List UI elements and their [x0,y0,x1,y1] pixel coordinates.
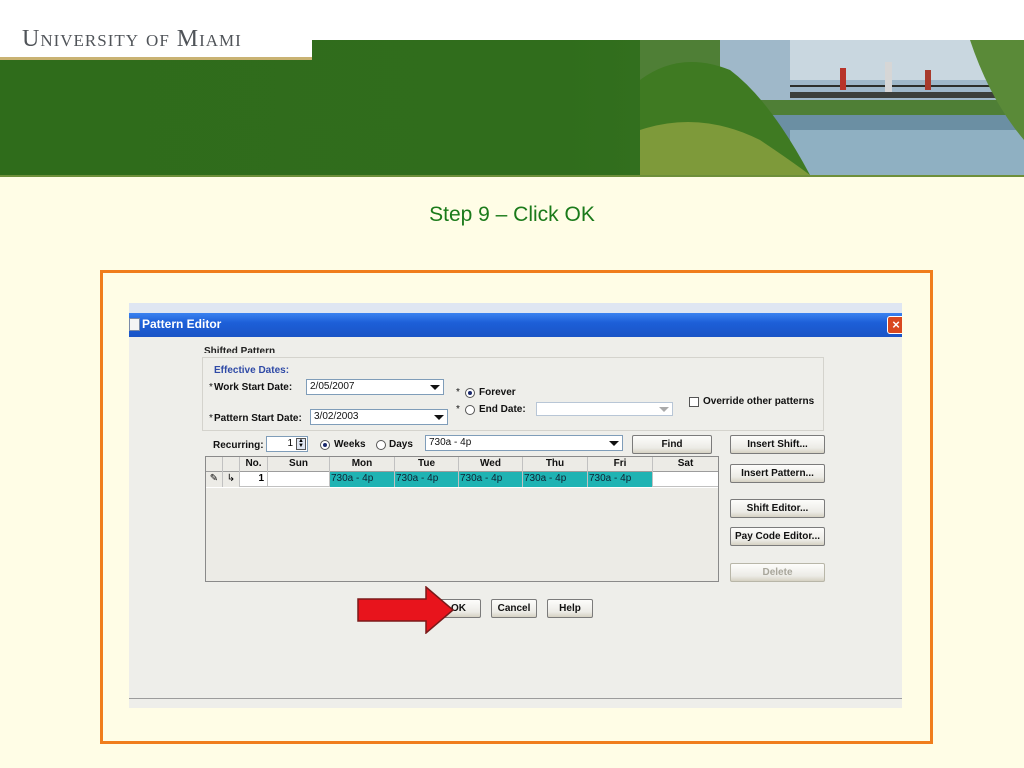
chevron-down-icon[interactable] [430,385,440,390]
grid-header-insert [223,457,240,472]
window-app-icon [129,318,140,331]
pattern-grid: No. Sun Mon Tue Wed Thu Fri Sat ✎ ↳ 1 73… [205,456,719,582]
delete-button[interactable]: Delete [730,563,825,582]
forever-label: Forever [479,387,516,398]
recurring-label: Recurring: [213,440,264,451]
header-divider [0,175,1024,177]
chevron-down-icon[interactable] [609,441,619,446]
window-status-bar [129,698,902,708]
end-date-field[interactable] [536,402,673,416]
work-start-date-value: 2/05/2007 [310,381,355,392]
required-mark: * [456,404,460,415]
work-start-date-label: Work Start Date: [214,382,293,393]
days-label: Days [389,439,413,450]
shift-editor-button[interactable]: Shift Editor... [730,499,825,518]
required-mark: * [456,387,460,398]
pattern-start-date-combo[interactable]: 3/02/2003 [310,409,448,425]
work-start-date-combo[interactable]: 2/05/2007 [306,379,444,395]
column-header-wed: Wed [459,457,523,472]
step-title: Step 9 – Click OK [429,203,595,226]
forever-radio[interactable] [465,388,475,398]
cell-thu[interactable]: 730a - 4p [523,472,588,487]
column-header-tue: Tue [395,457,459,472]
section-label-cut: Shifted Pattern [204,346,276,353]
required-mark: * [209,382,213,393]
required-mark: * [209,413,213,424]
pencil-icon[interactable]: ✎ [206,472,223,487]
spinner-arrows-icon[interactable]: ▲ ▼ [296,438,306,450]
row-pointer-icon: ↳ [223,472,240,487]
find-button[interactable]: Find [632,435,712,454]
recurring-value: 1 [287,438,293,449]
shift-select[interactable]: 730a - 4p [425,435,623,451]
pay-code-editor-button[interactable]: Pay Code Editor... [730,527,825,546]
slide-header: University of Miami [0,0,1024,177]
effective-dates-panel: Effective Dates: * Work Start Date: 2/05… [202,357,824,431]
override-patterns-label: Override other patterns [703,396,815,407]
pattern-start-date-label: Pattern Start Date: [214,413,302,424]
pattern-editor-window: Pattern Editor × Shifted Pattern Effecti… [129,303,902,708]
chevron-down-icon[interactable] [659,407,669,412]
recurring-stepper[interactable]: 1 ▲ ▼ [266,436,308,452]
insert-shift-button[interactable]: Insert Shift... [730,435,825,454]
cell-sat[interactable] [653,472,718,487]
weeks-label: Weeks [334,439,366,450]
university-logo: University of Miami [22,26,242,52]
pattern-start-date-value: 3/02/2003 [314,411,359,422]
grid-header-edit [206,457,223,472]
column-header-mon: Mon [330,457,395,472]
days-radio[interactable] [376,440,386,450]
override-patterns-checkbox[interactable] [689,397,699,407]
cell-tue[interactable]: 730a - 4p [395,472,459,487]
weeks-radio[interactable] [320,440,330,450]
cell-mon[interactable]: 730a - 4p [330,472,395,487]
cell-wed[interactable]: 730a - 4p [459,472,523,487]
end-date-label: End Date: [479,404,526,415]
help-button[interactable]: Help [547,599,593,618]
effective-dates-title: Effective Dates: [214,365,290,376]
window-content: Shifted Pattern Effective Dates: * Work … [129,337,902,708]
cell-sun[interactable] [268,472,330,487]
column-header-no: No. [240,457,268,472]
window-top-strip [129,303,902,313]
chevron-down-icon[interactable] [434,415,444,420]
window-title: Pattern Editor [142,317,222,331]
close-button[interactable]: × [887,316,902,334]
campus-photo [640,40,1024,175]
row-number: 1 [240,472,268,487]
window-titlebar[interactable]: Pattern Editor × [129,313,902,337]
column-header-fri: Fri [588,457,653,472]
cancel-button[interactable]: Cancel [491,599,537,618]
grid-header: No. Sun Mon Tue Wed Thu Fri Sat [206,457,718,472]
insert-pattern-button[interactable]: Insert Pattern... [730,464,825,483]
table-row[interactable]: ✎ ↳ 1 730a - 4p 730a - 4p 730a - 4p 730a… [206,472,718,487]
pointer-arrow-icon [357,586,455,634]
end-date-radio[interactable] [465,405,475,415]
cell-fri[interactable]: 730a - 4p [588,472,653,487]
shift-select-value: 730a - 4p [429,437,472,448]
column-header-sat: Sat [677,458,694,469]
column-header-sun: Sun [268,457,330,472]
grid-empty-area [206,488,718,581]
column-header-thu: Thu [523,457,588,472]
